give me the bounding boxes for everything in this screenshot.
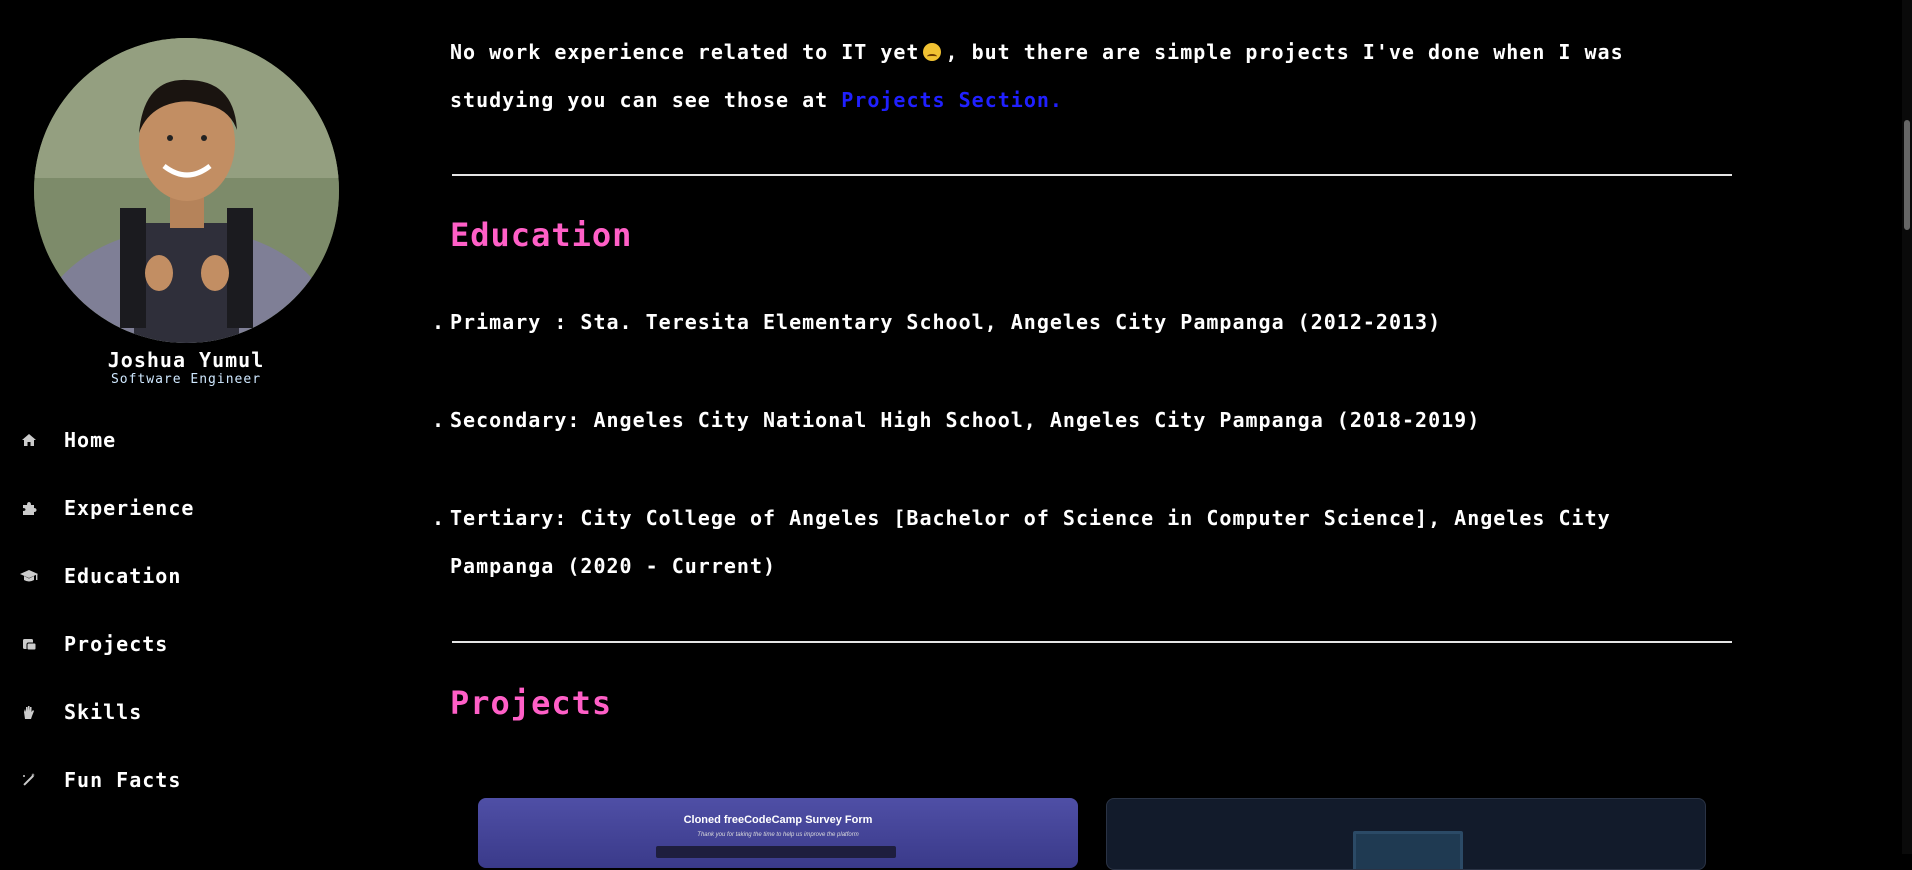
experience-text: No work experience related to IT yet, bu… [450, 28, 1732, 124]
experience-text-before: No work experience related to IT yet [450, 40, 920, 64]
scroll-icon [18, 633, 40, 655]
puzzle-icon [18, 497, 40, 519]
bullet: . [432, 310, 446, 334]
nav-item-education[interactable]: Education [18, 556, 181, 596]
home-icon [18, 429, 40, 451]
education-item: . Tertiary: City College of Angeles [Bac… [432, 494, 1710, 590]
main-content: No work experience related to IT yet, bu… [432, 0, 1732, 854]
scrollbar[interactable] [1902, 0, 1912, 854]
project-card[interactable] [1106, 798, 1706, 870]
nav-label-skills: Skills [64, 700, 143, 724]
nav-label-fun-facts: Fun Facts [64, 768, 182, 792]
nav-item-projects[interactable]: Projects [18, 624, 168, 664]
education-item-text: Tertiary: City College of Angeles [Bache… [450, 506, 1611, 578]
graduation-cap-icon [18, 565, 40, 587]
education-item-text: Primary : Sta. Teresita Elementary Schoo… [450, 310, 1442, 334]
nav-item-fun-facts[interactable]: Fun Facts [18, 760, 181, 800]
nav-item-experience[interactable]: Experience [18, 488, 194, 528]
nav-label-education: Education [64, 564, 182, 588]
nav-item-home[interactable]: Home [18, 420, 116, 460]
education-item-text: Secondary: Angeles City National High Sc… [450, 408, 1481, 432]
divider [452, 641, 1732, 643]
magic-wand-icon [18, 769, 40, 791]
nav-item-skills[interactable]: Skills [18, 692, 142, 732]
projects-section-link[interactable]: Projects Section. [841, 88, 1063, 112]
profile-name: Joshua Yumul [107, 348, 265, 372]
sidebar: Joshua Yumul Software Engineer Home Expe… [0, 0, 370, 854]
nav-label-projects: Projects [64, 632, 169, 656]
bullet: . [432, 506, 446, 530]
nav-label-experience: Experience [64, 496, 195, 520]
profile-role: Software Engineer [110, 372, 262, 387]
project-card-subtitle: Thank you for taking the time to help us… [697, 832, 859, 838]
bullet: . [432, 408, 446, 432]
sad-face-icon [923, 43, 942, 61]
monitor-icon [1353, 831, 1463, 869]
education-item: . Primary : Sta. Teresita Elementary Sch… [432, 298, 1732, 346]
avatar [34, 38, 339, 343]
hand-icon [18, 701, 40, 723]
education-item: . Secondary: Angeles City National High … [432, 396, 1732, 444]
project-card-title: Cloned freeCodeCamp Survey Form [683, 814, 873, 826]
divider [452, 174, 1732, 176]
avatar-photo [34, 38, 339, 343]
projects-title: Projects [450, 684, 613, 722]
nav-label-home: Home [64, 428, 117, 452]
scrollbar-thumb[interactable] [1904, 120, 1910, 230]
project-card[interactable]: Cloned freeCodeCamp Survey Form Thank yo… [478, 798, 1078, 868]
education-title: Education [450, 216, 633, 254]
project-card-preview-bar [656, 846, 896, 858]
